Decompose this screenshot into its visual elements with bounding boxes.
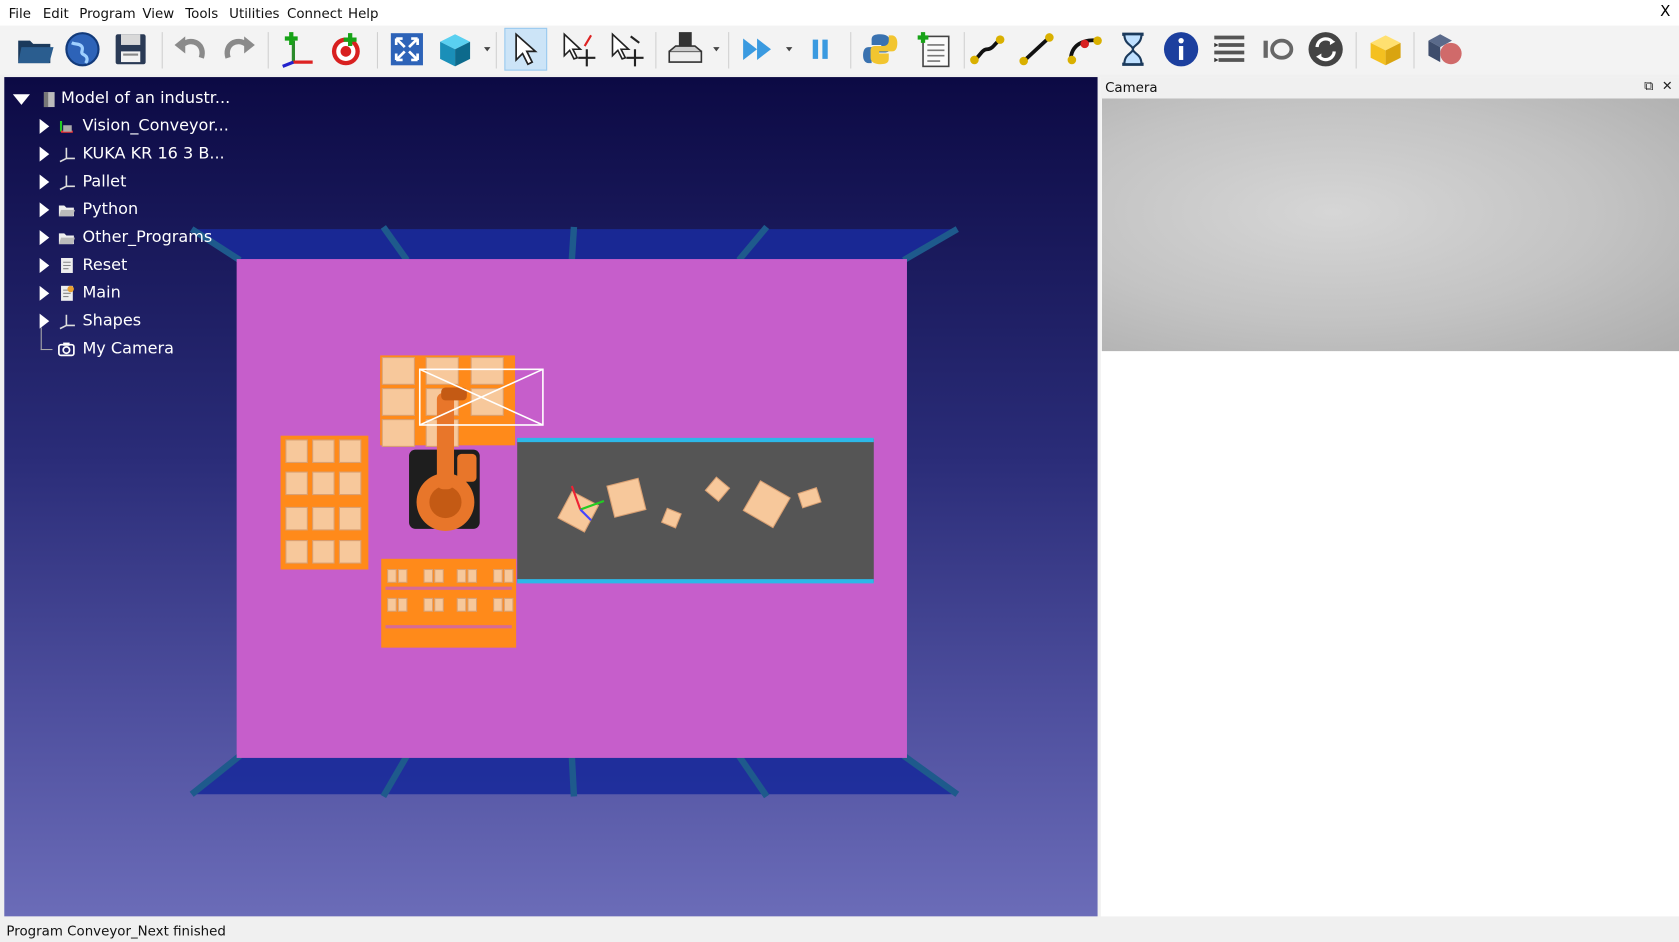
- expand-icon[interactable]: [39, 174, 50, 190]
- io-icon[interactable]: [1256, 28, 1299, 71]
- tree-item-label: My Camera: [82, 338, 174, 358]
- menu-utilities[interactable]: Utilities: [229, 5, 279, 21]
- window-close-button[interactable]: X: [1660, 3, 1670, 20]
- tree-item-label: Shapes: [82, 310, 142, 330]
- add-reference-frame-icon[interactable]: [276, 28, 319, 71]
- tree-item-label: Vision_Conveyor...: [82, 115, 229, 135]
- station-scene[interactable]: [4, 77, 1097, 916]
- expand-icon[interactable]: [39, 285, 50, 301]
- redo-icon[interactable]: [217, 28, 260, 71]
- tree-item-label: Pallet: [82, 171, 127, 191]
- menu-bar: File Edit Program View Tools Utilities C…: [0, 0, 1679, 26]
- reset-icon[interactable]: [1304, 28, 1347, 71]
- tree-item-label: Python: [82, 199, 139, 219]
- pallet-left[interactable]: [280, 435, 369, 570]
- robodk-app-window: File Edit Program View Tools Utilities C…: [0, 0, 1679, 942]
- run-simulation-icon[interactable]: [737, 28, 780, 71]
- close-icon[interactable]: ✕: [1662, 78, 1673, 93]
- menu-file[interactable]: File: [9, 5, 31, 21]
- undo-icon[interactable]: [169, 28, 212, 71]
- info-icon[interactable]: [1160, 28, 1203, 71]
- menu-tools[interactable]: Tools: [185, 5, 218, 21]
- menu-help[interactable]: Help: [348, 5, 379, 21]
- tree-item-label: Reset: [82, 254, 128, 275]
- menu-connect[interactable]: Connect: [287, 5, 342, 21]
- 3d-viewport[interactable]: Model of an industr... Vision_Conveyor..…: [4, 77, 1098, 917]
- menu-program[interactable]: Program: [79, 5, 135, 21]
- camera-panel-title: Camera: [1105, 79, 1158, 96]
- fit-all-icon[interactable]: [385, 28, 428, 71]
- camera-panel-header: Camera ⧉ ✕: [1100, 77, 1679, 99]
- add-python-program-icon[interactable]: [859, 28, 902, 71]
- program-instruction-icon[interactable]: [1208, 28, 1251, 71]
- camera-view[interactable]: [1101, 98, 1679, 352]
- expand-icon[interactable]: [39, 202, 50, 218]
- export-package-icon[interactable]: [1364, 28, 1407, 71]
- expand-icon[interactable]: [39, 313, 50, 329]
- folder-icon: [58, 229, 75, 246]
- circular-move-icon[interactable]: [1063, 28, 1106, 71]
- move-object-icon[interactable]: [605, 28, 648, 71]
- menu-view[interactable]: View: [142, 5, 174, 21]
- tree-item-label: KUKA KR 16 3 B...: [82, 143, 225, 163]
- folder-icon: [58, 201, 75, 218]
- panel-buttons: ⧉ ✕: [1644, 78, 1673, 94]
- float-icon[interactable]: ⧉: [1644, 78, 1653, 93]
- add-object-icon[interactable]: [1423, 28, 1466, 71]
- tree-connector: [40, 327, 53, 351]
- tree-root-label: Model of an industr...: [61, 87, 231, 108]
- station-icon: [41, 91, 58, 108]
- save-icon[interactable]: [109, 28, 152, 71]
- status-bar: Program Conveyor_Next finished: [0, 918, 1679, 942]
- expand-icon[interactable]: [39, 118, 50, 134]
- camera-panel: Camera ⧉ ✕: [1100, 77, 1679, 917]
- frame-icon: [58, 146, 75, 163]
- camera-icon: [58, 340, 75, 357]
- frame-icon: [58, 173, 75, 191]
- joint-move-icon[interactable]: [966, 28, 1009, 71]
- pause-instruction-icon[interactable]: [1111, 28, 1154, 71]
- tree-item-label: Main: [82, 282, 121, 302]
- expand-icon[interactable]: [39, 146, 50, 162]
- view-3d-icon[interactable]: [434, 28, 477, 71]
- pause-icon[interactable]: [799, 28, 842, 71]
- tool-icon[interactable]: [664, 28, 707, 71]
- collapse-icon[interactable]: [12, 94, 30, 105]
- program-icon: [58, 257, 75, 274]
- add-target-icon[interactable]: [324, 28, 367, 71]
- frame-icon: [58, 313, 75, 330]
- pallet-bottom[interactable]: [381, 558, 517, 648]
- main-toolbar: [0, 25, 1679, 75]
- move-reference-icon[interactable]: [557, 28, 600, 71]
- expand-icon[interactable]: [39, 257, 50, 273]
- open-icon[interactable]: [13, 28, 56, 71]
- add-program-icon[interactable]: [912, 28, 955, 71]
- tree-item-label: Other_Programs: [82, 226, 213, 247]
- expand-icon[interactable]: [39, 230, 50, 246]
- robot-frame-icon: [58, 118, 75, 135]
- menu-edit[interactable]: Edit: [43, 5, 69, 21]
- linear-move-icon[interactable]: [1015, 28, 1058, 71]
- status-text: Program Conveyor_Next finished: [6, 922, 226, 939]
- select-icon[interactable]: [504, 27, 548, 71]
- program-icon: [58, 285, 75, 302]
- online-library-icon[interactable]: [61, 28, 104, 71]
